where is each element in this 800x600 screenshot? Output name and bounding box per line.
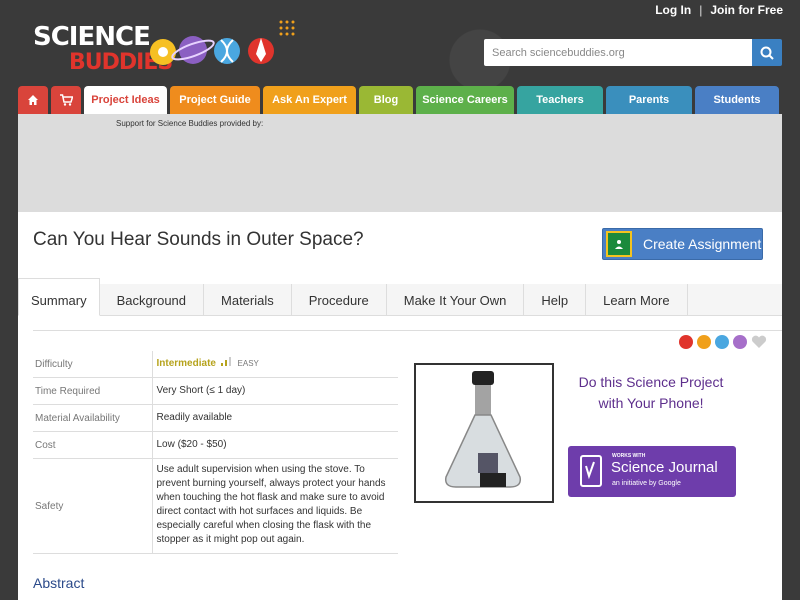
ad-banner: Support for Science Buddies provided by: xyxy=(18,114,782,212)
cost-label: Cost xyxy=(33,431,153,459)
create-assignment-button[interactable]: Create Assignment xyxy=(602,228,763,260)
search-button[interactable] xyxy=(752,39,782,66)
tab-background[interactable]: Background xyxy=(100,284,205,316)
nav-tab-project-ideas[interactable]: Project Ideas xyxy=(84,86,167,114)
share-icons xyxy=(679,335,767,349)
nav-tab-parents[interactable]: Parents xyxy=(606,86,692,114)
heart-icon[interactable] xyxy=(751,335,767,349)
nav-tab-teachers[interactable]: Teachers xyxy=(517,86,603,114)
summary-table: Difficulty Intermediate EASY Time Requir… xyxy=(33,351,398,554)
tab-materials[interactable]: Materials xyxy=(204,284,292,316)
phone-project-text[interactable]: Do this Science Project with Your Phone! xyxy=(576,372,726,414)
title-row: Can You Hear Sounds in Outer Space? Crea… xyxy=(18,212,782,284)
science-journal-icon xyxy=(580,455,602,487)
create-assignment-label: Create Assignment xyxy=(643,236,762,252)
google-classroom-share-icon[interactable] xyxy=(715,335,729,349)
logo-icons xyxy=(150,20,295,65)
page-title: Can You Hear Sounds in Outer Space? xyxy=(33,229,364,250)
google-classroom-icon xyxy=(606,231,632,257)
nav-tab-science-careers[interactable]: Science Careers xyxy=(416,86,514,114)
difficulty-sub: EASY xyxy=(237,359,259,368)
account-links: Log In | Join for Free xyxy=(655,3,783,17)
table-row: Time Required Very Short (≤ 1 day) xyxy=(33,377,398,405)
time-label: Time Required xyxy=(33,377,153,405)
login-link[interactable]: Log In xyxy=(655,3,691,17)
time-value: Very Short (≤ 1 day) xyxy=(152,377,398,405)
difficulty-value: Intermediate xyxy=(156,358,216,369)
tab-procedure[interactable]: Procedure xyxy=(292,284,387,316)
nav-tab-blog[interactable]: Blog xyxy=(359,86,413,114)
classroom-people-icon xyxy=(615,240,623,249)
badge-initiative: an initiative by Google xyxy=(612,480,681,487)
home-icon xyxy=(28,95,38,105)
table-row: Safety Use adult supervision when using … xyxy=(33,458,398,554)
project-tabs: Summary Background Materials Procedure M… xyxy=(18,278,782,316)
main-content: Support for Science Buddies provided by:… xyxy=(18,114,782,600)
difficulty-label: Difficulty xyxy=(33,351,153,378)
safety-label: Safety xyxy=(33,458,153,554)
science-journal-badge[interactable]: WORKS WITH Science Journal an initiative… xyxy=(568,446,736,497)
search-input[interactable] xyxy=(484,39,752,66)
project-image[interactable] xyxy=(414,363,554,503)
cart-icon xyxy=(59,94,73,106)
tab-summary[interactable]: Summary xyxy=(18,278,100,316)
material-value: Readily available xyxy=(152,404,398,432)
nav-tab-ask-an-expert[interactable]: Ask An Expert xyxy=(263,86,356,114)
search-icon xyxy=(760,46,774,60)
abstract-heading: Abstract xyxy=(33,575,85,591)
search-bar xyxy=(484,39,782,66)
divider xyxy=(33,330,782,331)
cart-tab[interactable] xyxy=(51,86,81,114)
logo-text-science: SCIENCE xyxy=(33,22,151,52)
tab-make-it-your-own[interactable]: Make It Your Own xyxy=(387,284,525,316)
join-link[interactable]: Join for Free xyxy=(710,3,783,17)
main-nav: Project Ideas Project Guide Ask An Exper… xyxy=(18,86,782,114)
cost-value: Low ($20 - $50) xyxy=(152,431,398,459)
difficulty-cell: Intermediate EASY xyxy=(152,351,398,378)
home-tab[interactable] xyxy=(18,86,48,114)
tab-learn-more[interactable]: Learn More xyxy=(586,284,688,316)
nav-tab-students[interactable]: Students xyxy=(695,86,779,114)
badge-title: Science Journal xyxy=(611,459,718,476)
table-row: Cost Low ($20 - $50) xyxy=(33,431,398,459)
link-icon[interactable] xyxy=(697,335,711,349)
tab-help[interactable]: Help xyxy=(524,284,587,316)
table-row: Difficulty Intermediate EASY xyxy=(33,351,398,378)
difficulty-bars-icon xyxy=(220,357,231,366)
print-icon[interactable] xyxy=(679,335,693,349)
nav-tab-project-guide[interactable]: Project Guide xyxy=(170,86,260,114)
material-label: Material Availability xyxy=(33,404,153,432)
safety-value: Use adult supervision when using the sto… xyxy=(152,458,398,554)
ad-support-text: Support for Science Buddies provided by: xyxy=(116,119,264,128)
science-buddies-logo[interactable]: SCIENCE BUDDIES xyxy=(33,18,295,78)
separator: | xyxy=(699,3,703,17)
table-row: Material Availability Readily available xyxy=(33,404,398,432)
flask-image xyxy=(444,371,522,488)
email-icon[interactable] xyxy=(733,335,747,349)
